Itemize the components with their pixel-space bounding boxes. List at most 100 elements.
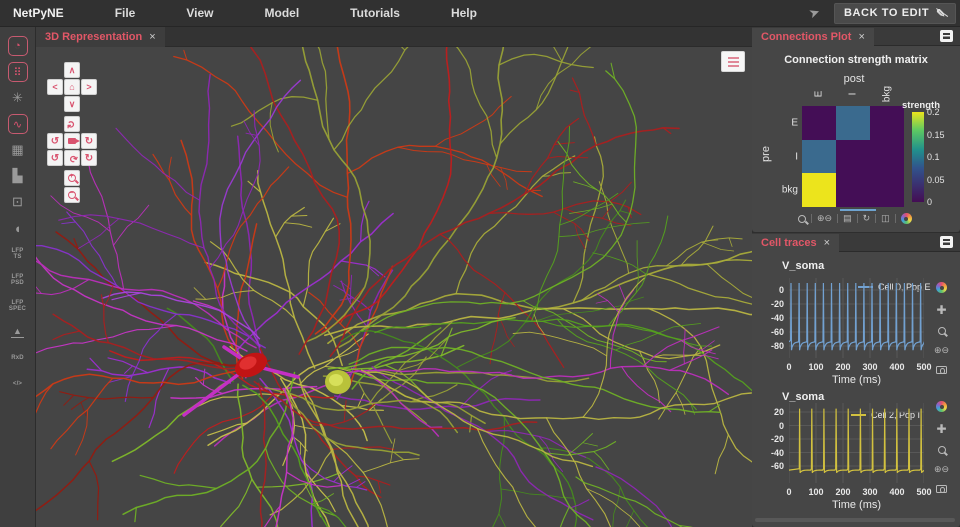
- sidebar-connectivity-matrix[interactable]: ▦: [8, 140, 28, 160]
- sidebar-lfp-psd[interactable]: LFP PSD: [8, 270, 28, 290]
- heatmap-cell-bkg-I[interactable]: [836, 173, 870, 207]
- zoom-in-out-icon[interactable]: ⊕⊖: [934, 464, 949, 475]
- zoom-icon[interactable]: [798, 215, 806, 223]
- sidebar-spike-histogram[interactable]: ▙: [8, 166, 28, 186]
- heatmap-cell-bkg-bkg[interactable]: [870, 173, 904, 207]
- viewport-menu-button[interactable]: [721, 51, 745, 72]
- main-tab-strip: 3D Representation ×: [36, 27, 752, 47]
- dendrite-branch: [715, 435, 728, 474]
- menu-tutorials[interactable]: Tutorials: [336, 6, 414, 20]
- pan-up-button-icon: ∧: [69, 65, 76, 76]
- record-camera-button[interactable]: [64, 133, 80, 149]
- camera-icon[interactable]: [936, 485, 947, 493]
- dendrite-branch: [707, 264, 752, 300]
- heatmap-cell-E-E[interactable]: [802, 106, 836, 140]
- trace-ytick: -60: [762, 461, 784, 471]
- sidebar-rxd[interactable]: RxD: [8, 348, 28, 368]
- sidebar-cell-traces[interactable]: ∿: [8, 114, 28, 134]
- colorbar-tick-0.05: 0.05: [927, 175, 945, 185]
- menu-help[interactable]: Help: [437, 6, 491, 20]
- pan-up-button[interactable]: ∧: [64, 62, 80, 78]
- pan-right-button[interactable]: >: [81, 79, 97, 95]
- plotly-logo-icon[interactable]: [936, 282, 947, 293]
- dendrite-branch: [60, 392, 154, 399]
- trace-xtick: 300: [862, 487, 877, 497]
- sidebar-rate-plot[interactable]: ⊡: [8, 192, 28, 212]
- dendrite-branch: [464, 417, 505, 527]
- home-button[interactable]: ⌂: [64, 79, 80, 95]
- box-zoom-icon[interactable]: [938, 446, 946, 454]
- zoom-in-out-icon[interactable]: ⊕⊖: [934, 345, 949, 356]
- pan-icon[interactable]: ✚: [937, 422, 947, 436]
- camera-icon[interactable]: [936, 366, 947, 374]
- heatmap-cell-E-bkg[interactable]: [870, 106, 904, 140]
- heatmap-cell-I-bkg[interactable]: [870, 140, 904, 174]
- pan-down-button[interactable]: ∨: [64, 96, 80, 112]
- rotate-ccw-button[interactable]: ↺: [47, 133, 63, 149]
- plotly-logo-icon[interactable]: [936, 401, 947, 412]
- heatmap-cell-bkg-E[interactable]: [802, 173, 836, 207]
- plotly-logo-icon[interactable]: [901, 213, 912, 224]
- trace-plot-area[interactable]: [789, 403, 924, 483]
- pan-icon[interactable]: ✚: [937, 303, 947, 317]
- dendrite-branch: [59, 215, 204, 248]
- tab-connections-plot[interactable]: Connections Plot ×: [752, 28, 874, 47]
- dendrite-branch: [315, 506, 373, 527]
- tab-cell-traces[interactable]: Cell traces ×: [752, 234, 839, 253]
- tab-connections-close-icon[interactable]: ×: [858, 31, 864, 43]
- rotate-up-button[interactable]: ↻: [64, 116, 80, 132]
- box-zoom-icon[interactable]: [938, 327, 946, 335]
- sidebar-raster-plot[interactable]: ⠿: [8, 62, 28, 82]
- rocket-icon[interactable]: ➤: [807, 4, 823, 23]
- dendrite-branch: [559, 223, 649, 237]
- zoom-in-out-icon[interactable]: ⊕⊖: [817, 213, 832, 224]
- heatmap-cell-E-I[interactable]: [836, 106, 870, 140]
- roll-ccw-button[interactable]: ↺: [47, 150, 63, 166]
- sidebar-lfp-timeseries[interactable]: LFP TS: [8, 244, 28, 264]
- sidebar-3d-plot-icon: ◔: [14, 40, 21, 52]
- menu-view[interactable]: View: [172, 6, 227, 20]
- zoom-in-button[interactable]: +: [64, 170, 80, 186]
- tab-cell-traces-label: Cell traces: [761, 237, 817, 249]
- tab-cell-traces-close-icon[interactable]: ×: [824, 237, 830, 249]
- neuron-3d-render[interactable]: [36, 47, 752, 527]
- hover-icon[interactable]: ◫: [881, 213, 890, 224]
- sidebar-python-console[interactable]: </>: [8, 374, 28, 394]
- traces-minimize-button[interactable]: [940, 236, 953, 248]
- dendrite-branch: [116, 128, 200, 200]
- rotate-down-button[interactable]: ↻: [64, 150, 80, 166]
- sidebar-3d-plot[interactable]: ◔: [8, 36, 28, 56]
- dendrite-branch: [576, 477, 749, 527]
- sidebar-granger-plot[interactable]: ▲: [8, 322, 28, 342]
- reset-icon[interactable]: ↻: [863, 213, 871, 224]
- sidebar-lfp-spectrogram[interactable]: LFP SPEC: [8, 296, 28, 316]
- connection-heatmap[interactable]: [802, 106, 904, 207]
- rotate-cw-button[interactable]: ↻: [81, 133, 97, 149]
- sidebar-spike-stats-icon: ◖: [14, 221, 22, 236]
- dendrite-branch: [90, 358, 102, 370]
- trace-plot-area[interactable]: [789, 278, 924, 358]
- dendrite-branch: [501, 168, 508, 190]
- tab-3d-close-icon[interactable]: ×: [149, 31, 155, 43]
- dendrite-branch: [570, 204, 613, 213]
- trace-ytick: -80: [762, 341, 784, 351]
- viewport-3d[interactable]: ∧<⌂>∨↻↺↻↺↻↻+−: [36, 47, 752, 527]
- menu-model[interactable]: Model: [251, 6, 314, 20]
- sidebar-spike-stats[interactable]: ◖: [8, 218, 28, 238]
- roll-cw-button[interactable]: ↻: [81, 150, 97, 166]
- dendrite-branch: [554, 143, 574, 145]
- zoom-out-button[interactable]: −: [64, 187, 80, 203]
- list-icon: [728, 61, 739, 63]
- heatmap-cell-I-I[interactable]: [836, 140, 870, 174]
- pan-left-button[interactable]: <: [47, 79, 63, 95]
- connections-minimize-button[interactable]: [940, 30, 953, 42]
- tab-3d-representation[interactable]: 3D Representation ×: [36, 27, 165, 47]
- traces-scrollbar[interactable]: [755, 518, 955, 522]
- save-icon[interactable]: ▤: [843, 213, 852, 224]
- sidebar-network-plot[interactable]: ✳: [8, 88, 28, 108]
- heatmap-modebar: ⊕⊖ ▤ ↻ ◫: [798, 213, 912, 224]
- heatmap-cell-I-E[interactable]: [802, 140, 836, 174]
- dendrite-branch: [574, 182, 598, 190]
- menu-file[interactable]: File: [101, 6, 150, 20]
- back-to-edit-button[interactable]: BACK TO EDIT ✎: [834, 3, 956, 24]
